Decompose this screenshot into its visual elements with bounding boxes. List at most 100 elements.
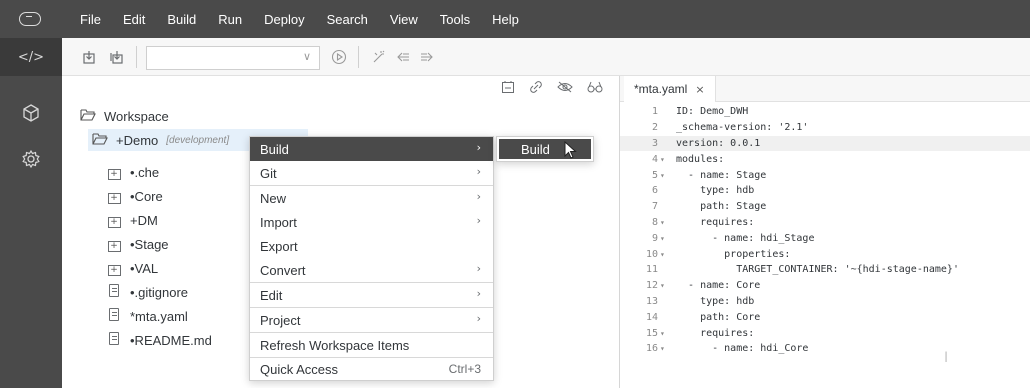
tree-item-label: +DM — [130, 212, 158, 228]
code-editor: *mta.yaml × 1 ID: Demo_DWH 2 _schema-versio… — [620, 76, 1030, 388]
fold-toggle-icon[interactable]: ▾ — [660, 344, 672, 353]
code-text: - name: hdi_Core — [676, 343, 809, 355]
tree-item-label: +Demo — [116, 132, 159, 148]
cloud-logo-icon — [19, 12, 41, 26]
line-number: 13 — [645, 295, 658, 307]
tree-item-label: •.che — [130, 164, 160, 180]
menu-deploy[interactable]: Deploy — [264, 12, 304, 27]
menu-file[interactable]: File — [80, 12, 101, 27]
tree-item[interactable]: + •VAL — [106, 257, 158, 279]
menu-tools[interactable]: Tools — [440, 12, 470, 27]
code-line[interactable]: 7 path: Stage — [620, 199, 1030, 215]
code-line[interactable]: 11 TARGET_CONTAINER: '~{hdi-stage-name}' — [620, 262, 1030, 278]
navigate-back-icon[interactable] — [394, 48, 412, 66]
code-text: _schema-version: '2.1' — [676, 122, 809, 134]
tree-item-workspace[interactable]: Workspace — [80, 105, 169, 127]
code-line[interactable]: 6 type: hdb — [620, 183, 1030, 199]
line-number: 7 — [651, 201, 658, 213]
code-line[interactable]: 14 path: Core — [620, 309, 1030, 325]
line-number: 11 — [645, 264, 658, 276]
preferences-perspective-button[interactable] — [0, 140, 62, 178]
save-icon[interactable] — [80, 48, 98, 66]
binoculars-icon[interactable] — [587, 80, 603, 98]
fold-toggle-icon[interactable]: ▾ — [660, 329, 672, 338]
plugins-perspective-button[interactable] — [0, 94, 62, 132]
close-icon[interactable]: × — [695, 83, 704, 96]
menu-build[interactable]: Build — [167, 12, 196, 27]
fold-toggle-icon[interactable]: ▾ — [660, 250, 672, 259]
tree-item[interactable]: •.gitignore — [106, 281, 188, 303]
file-icon — [106, 284, 122, 300]
code-line[interactable]: 5 ▾ - name: Stage — [620, 167, 1030, 183]
magic-wand-icon[interactable] — [370, 48, 388, 66]
line-number: 1 — [651, 106, 658, 118]
line-number: 8 — [651, 216, 658, 228]
context-menu-item-import[interactable]: Import › — [250, 210, 493, 234]
fold-toggle-icon[interactable]: ▾ — [660, 155, 672, 164]
folder-collapsed-icon: + — [106, 165, 122, 180]
folder-open-icon — [92, 132, 108, 148]
workspace-tools — [501, 80, 603, 98]
hide-icon[interactable] — [557, 80, 573, 98]
navigate-forward-icon[interactable] — [418, 48, 436, 66]
tree-item-label: •VAL — [130, 260, 159, 276]
context-menu-item-git[interactable]: Git › — [250, 161, 493, 185]
run-icon[interactable] — [330, 48, 348, 66]
code-line[interactable]: 9 ▾ - name: hdi_Stage — [620, 230, 1030, 246]
fold-toggle-icon[interactable]: ▾ — [660, 234, 672, 243]
code-icon: </> — [17, 49, 45, 65]
code-line[interactable]: 2 _schema-version: '2.1' — [620, 120, 1030, 136]
menu-help[interactable]: Help — [492, 12, 519, 27]
menu-run[interactable]: Run — [218, 12, 242, 27]
mouse-cursor-icon — [564, 141, 577, 159]
code-text: - name: Stage — [676, 169, 767, 181]
menubar: File Edit Build Run Deploy Search View T… — [62, 0, 1030, 38]
chevron-right-icon: › — [476, 287, 481, 300]
code-text: modules: — [676, 153, 725, 165]
menu-edit[interactable]: Edit — [123, 12, 145, 27]
code-text: - name: hdi_Stage — [676, 232, 815, 244]
context-menu-item-edit[interactable]: Edit › — [250, 283, 493, 307]
context-menu-item-convert[interactable]: Convert › — [250, 258, 493, 282]
menu-view[interactable]: View — [390, 12, 418, 27]
editor-tab-bar: *mta.yaml × — [620, 76, 1030, 102]
context-menu-item-refresh[interactable]: Refresh Workspace Items — [250, 333, 493, 357]
link-icon[interactable] — [529, 80, 543, 98]
code-line[interactable]: 3 version: 0.0.1 — [620, 135, 1030, 152]
line-number: 16 — [645, 343, 658, 355]
fold-toggle-icon[interactable]: ▾ — [660, 281, 672, 290]
fold-toggle-icon[interactable]: ▾ — [660, 171, 672, 180]
save-all-icon[interactable] — [108, 48, 126, 66]
tree-item-label: •README.md — [130, 332, 212, 348]
tree-item[interactable]: *mta.yaml — [106, 305, 188, 327]
code-area[interactable]: 1 ID: Demo_DWH 2 _schema-version: '2.1' 3 ver… — [620, 104, 1030, 357]
fold-toggle-icon[interactable]: ▾ — [660, 218, 672, 227]
chevron-right-icon: › — [476, 141, 481, 154]
tree-item[interactable]: + •.che — [106, 161, 159, 183]
tree-item[interactable]: + +DM — [106, 209, 158, 231]
context-menu-item-build[interactable]: Build › — [250, 137, 493, 161]
context-menu-item-quick-access[interactable]: Quick Access Ctrl+3 — [250, 357, 493, 381]
tree-item[interactable]: •README.md — [106, 329, 212, 351]
code-line[interactable]: 13 type: hdb — [620, 294, 1030, 310]
context-menu-item-export[interactable]: Export — [250, 234, 493, 258]
tree-item[interactable]: + •Core — [106, 185, 163, 207]
code-line[interactable]: 15 ▾ requires: — [620, 325, 1030, 341]
development-perspective-button[interactable]: </> — [0, 38, 62, 76]
tree-item[interactable]: + •Stage — [106, 233, 169, 255]
code-line[interactable]: 1 ID: Demo_DWH — [620, 104, 1030, 120]
menu-search[interactable]: Search — [327, 12, 368, 27]
collapse-all-icon[interactable] — [501, 80, 515, 98]
chevron-right-icon: › — [476, 214, 481, 227]
context-menu-item-new[interactable]: New › — [250, 186, 493, 210]
editor-tab-mta-yaml[interactable]: *mta.yaml × — [624, 76, 716, 102]
code-line[interactable]: 10 ▾ properties: — [620, 246, 1030, 262]
chevron-right-icon: › — [476, 165, 481, 178]
context-menu-item-project[interactable]: Project › — [250, 308, 493, 332]
code-line[interactable]: 12 ▾ - name: Core — [620, 278, 1030, 294]
run-configuration-select[interactable]: ∨ — [146, 46, 320, 70]
code-line[interactable]: 16 ▾ - name: hdi_Core — [620, 341, 1030, 357]
code-line[interactable]: 8 ▾ requires: — [620, 215, 1030, 231]
code-line[interactable]: 4 ▾ modules: — [620, 151, 1030, 167]
chevron-right-icon: › — [476, 262, 481, 275]
